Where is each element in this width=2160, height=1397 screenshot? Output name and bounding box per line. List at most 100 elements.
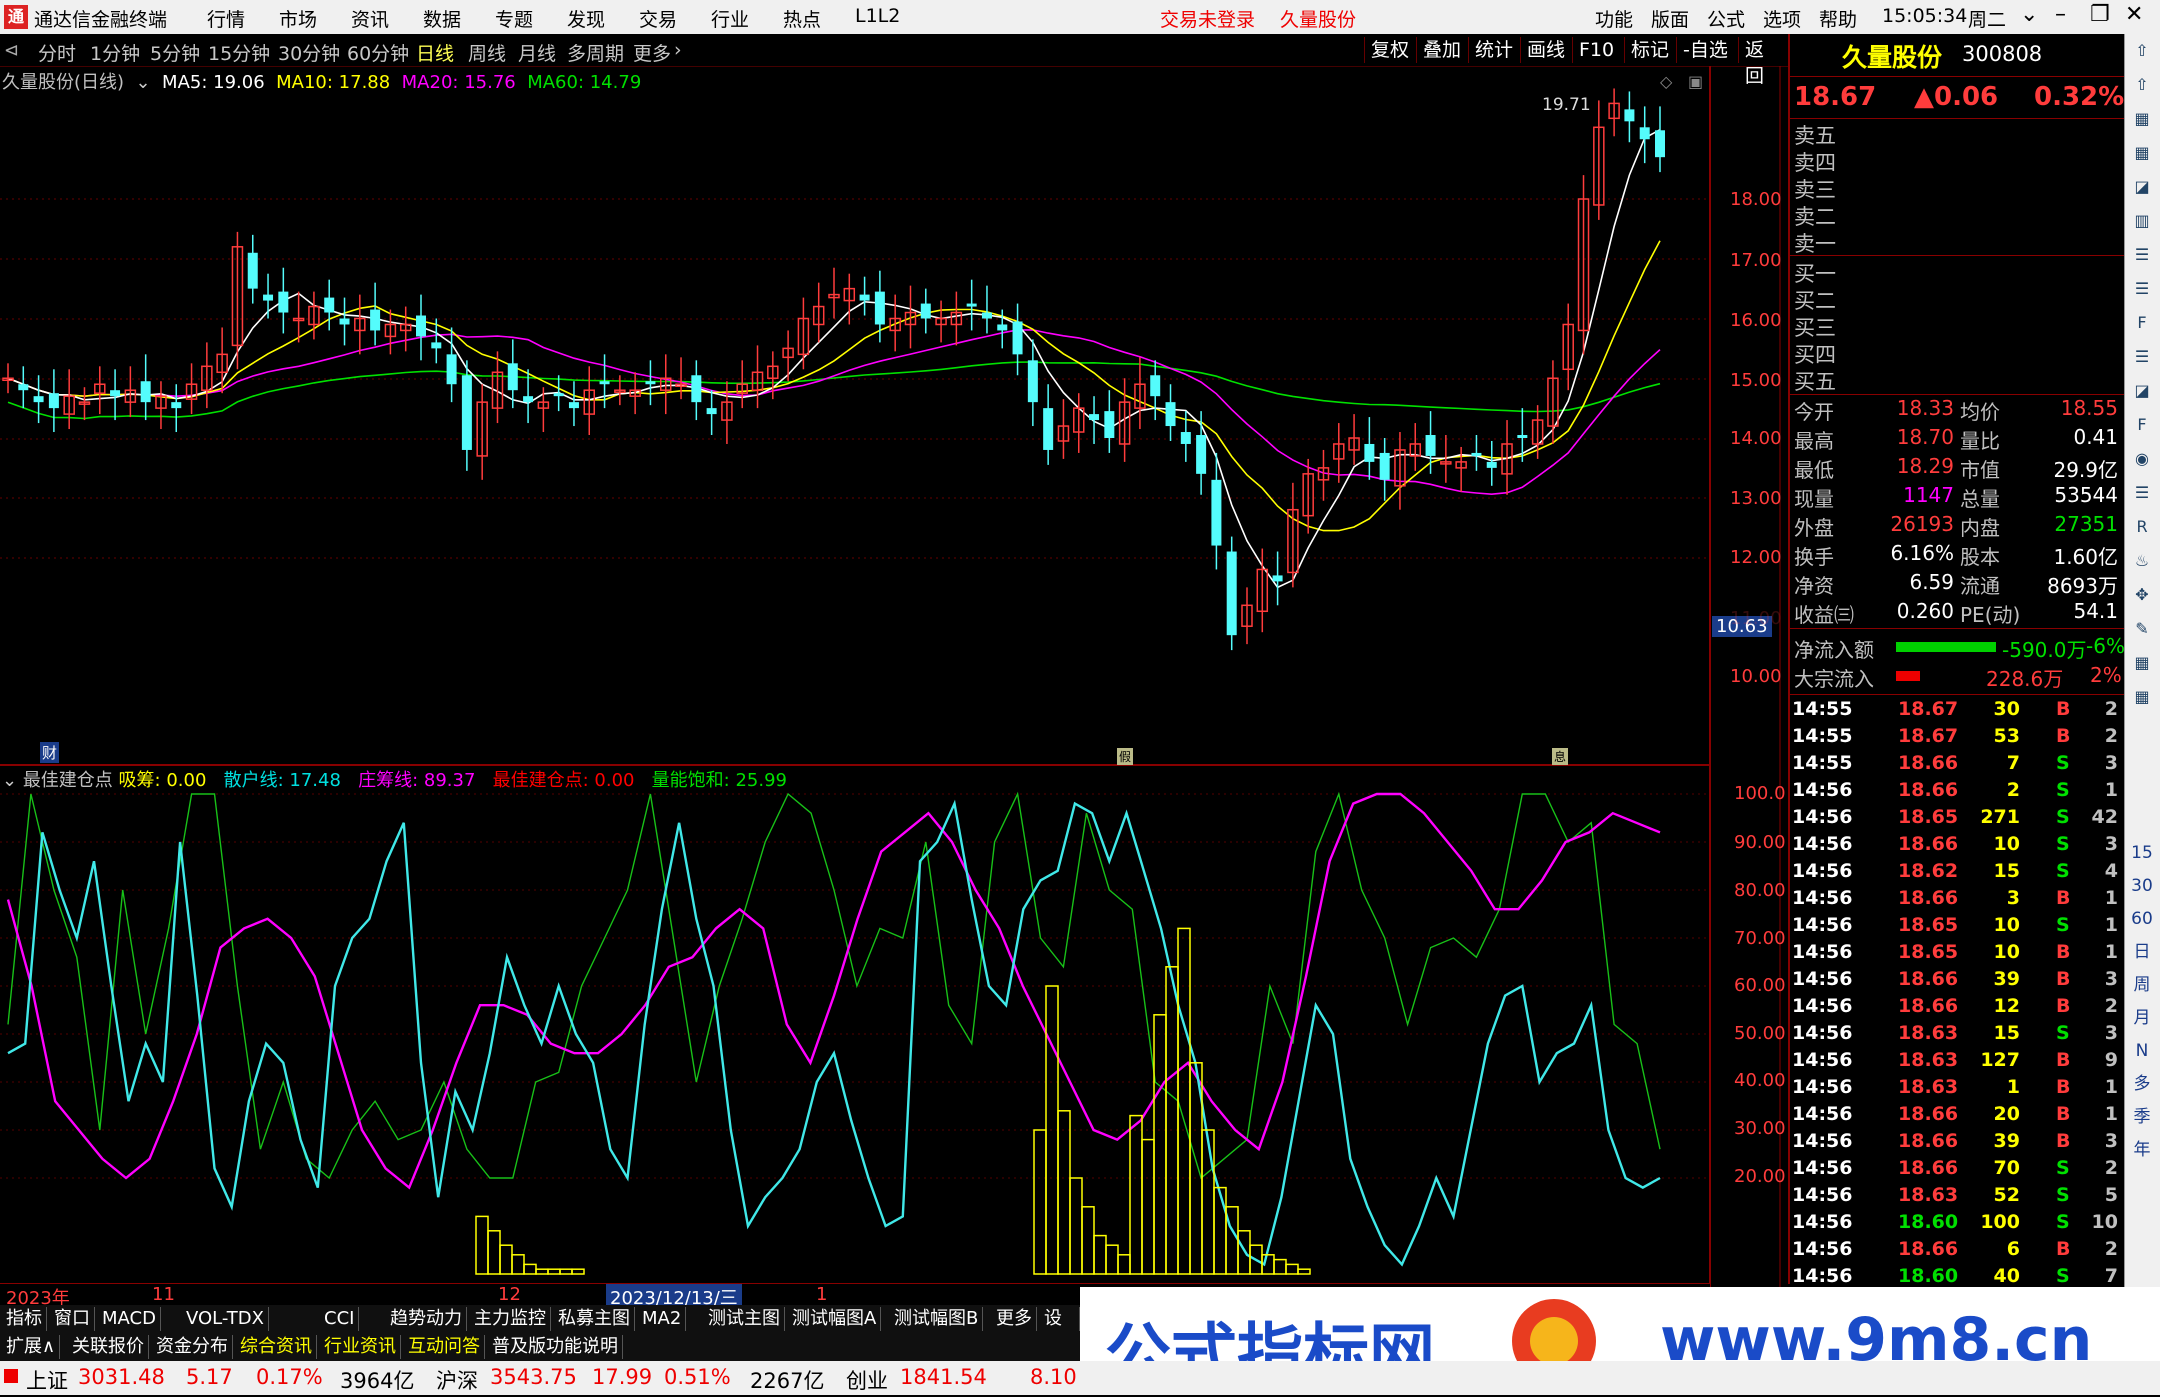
indicator-tab-2[interactable]: MACD [98, 1307, 161, 1331]
tool-f10[interactable]: F10 [1572, 37, 1620, 63]
grid-icon[interactable]: ▦ [2131, 142, 2153, 164]
pen-icon[interactable]: ✎ [2131, 618, 2153, 640]
tool-fanhui[interactable]: 返回 [1738, 37, 1788, 87]
side-period-5[interactable]: 月 [2131, 1007, 2153, 1029]
menu-item-l1l2[interactable]: L1L2 [855, 5, 900, 27]
kline-chart[interactable] [0, 66, 1788, 1288]
period-15min[interactable]: 15分钟 [208, 39, 270, 66]
period-daily[interactable]: 日线 [416, 39, 454, 66]
minimize-icon[interactable]: – [2055, 2, 2066, 27]
side-period-2[interactable]: 60 [2131, 908, 2153, 930]
menu-item-redian[interactable]: 热点 [783, 5, 821, 32]
chevron-right-icon[interactable]: › [674, 39, 682, 61]
close-icon[interactable]: ✕ [2125, 2, 2143, 27]
period-5min[interactable]: 5分钟 [150, 39, 200, 66]
idx-cy-name[interactable]: 创业 [846, 1365, 888, 1395]
up-arrow-icon[interactable]: ⇧ [2131, 74, 2153, 96]
info-tab-5[interactable]: 互动问答 [404, 1335, 485, 1359]
tool-zixuan[interactable]: -自选 [1676, 37, 1734, 63]
list-icon[interactable]: ☰ [2131, 278, 2153, 300]
menu-item-shichang[interactable]: 市场 [279, 5, 317, 32]
info-tab-4[interactable]: 行业资讯 [320, 1335, 401, 1359]
diamond-icon[interactable]: ◇ [1660, 72, 1672, 91]
indicator-tab-13[interactable]: 设置 [1040, 1307, 1080, 1353]
side-period-8[interactable]: 季 [2131, 1106, 2153, 1128]
grid-icon[interactable]: ▦ [2131, 652, 2153, 674]
tool-fuquan[interactable]: 复权 [1364, 37, 1415, 63]
menu-item-xuanxiang[interactable]: 选项 [1763, 5, 1801, 32]
period-30min[interactable]: 30分钟 [278, 39, 340, 66]
grid-icon[interactable]: ▦ [2131, 108, 2153, 130]
period-monthly[interactable]: 月线 [518, 39, 556, 66]
menu-item-zhuanti[interactable]: 专题 [495, 5, 533, 32]
indicator-tab-5[interactable]: 趋势动力 [386, 1307, 467, 1331]
dropdown-icon[interactable]: ⌄ [130, 72, 157, 93]
menu-item-hangqing[interactable]: 行情 [207, 5, 245, 32]
f10-icon[interactable]: F [2131, 312, 2153, 334]
window-icon[interactable]: ▣ [1688, 72, 1703, 91]
event-marker-1[interactable]: 假 [1117, 748, 1134, 765]
chart-icon[interactable]: ◪ [2131, 380, 2153, 402]
info-tab-6[interactable]: 普及版功能说明 [488, 1335, 623, 1359]
move-icon[interactable]: ✥ [2131, 584, 2153, 606]
tool-tongji[interactable]: 统计 [1468, 37, 1519, 63]
menu-item-bangzhu[interactable]: 帮助 [1819, 5, 1857, 32]
info-tab-0[interactable]: 扩展∧ [2, 1335, 61, 1359]
finance-badge[interactable]: 财 [40, 742, 60, 763]
menu-item-gongneng[interactable]: 功能 [1595, 5, 1633, 32]
rsi-icon[interactable]: R [2131, 516, 2153, 538]
collapse-icon[interactable]: ⊲ [4, 40, 19, 61]
period-more[interactable]: 更多 [633, 39, 671, 66]
dropdown-icon[interactable]: ⌄ [2, 770, 23, 791]
period-multi[interactable]: 多周期 [567, 39, 624, 66]
list-icon[interactable]: ☰ [2131, 346, 2153, 368]
side-period-4[interactable]: 周 [2131, 974, 2153, 996]
tool-diejia[interactable]: 叠加 [1416, 37, 1467, 63]
indicator-tab-10[interactable]: 测试幅图A [788, 1307, 882, 1331]
tool-biaoji[interactable]: 标记 [1624, 37, 1675, 63]
f2-icon[interactable]: F [2131, 414, 2153, 436]
side-period-0[interactable]: 15 [2131, 842, 2153, 864]
menu-item-gongshi[interactable]: 公式 [1707, 5, 1745, 32]
bar-icon[interactable]: ▥ [2131, 210, 2153, 232]
indicator-tab-0[interactable]: 指标 [2, 1307, 47, 1331]
chart-icon[interactable]: ◪ [2131, 176, 2153, 198]
period-1min[interactable]: 1分钟 [90, 39, 140, 66]
menu-item-shuju[interactable]: 数据 [423, 5, 461, 32]
menu-item-hangye[interactable]: 行业 [711, 5, 749, 32]
idx-hs-name[interactable]: 沪深 [436, 1365, 478, 1395]
up-arrow-icon[interactable]: ⇧ [2131, 40, 2153, 62]
indicator-tab-3[interactable]: VOL-TDX [182, 1307, 269, 1331]
indicator-tab-7[interactable]: 私募主图 [554, 1307, 635, 1331]
indicator-tab-12[interactable]: 更多 [992, 1307, 1037, 1331]
list-icon[interactable]: ☰ [2131, 244, 2153, 266]
indicator-tab-8[interactable]: MA2 [638, 1307, 687, 1331]
circle-icon[interactable]: ◉ [2131, 448, 2153, 470]
period-weekly[interactable]: 周线 [468, 39, 506, 66]
side-period-3[interactable]: 日 [2131, 941, 2153, 963]
indicator-tab-11[interactable]: 测试幅图B [890, 1307, 984, 1331]
menu-item-jiaoyi[interactable]: 交易 [639, 5, 677, 32]
indicator-tab-1[interactable]: 窗口 [50, 1307, 95, 1331]
chevron-down-icon[interactable]: ⌄ [2020, 2, 2038, 27]
bell-icon[interactable]: ♨ [2131, 550, 2153, 572]
info-tab-3[interactable]: 综合资讯 [236, 1335, 317, 1359]
side-period-7[interactable]: 多 [2131, 1073, 2153, 1095]
info-tab-2[interactable]: 资金分布 [152, 1335, 233, 1359]
menu-item-zixun[interactable]: 资讯 [351, 5, 389, 32]
menu-item-banmian[interactable]: 版面 [1651, 5, 1689, 32]
trade-login-status[interactable]: 交易未登录 [1160, 5, 1255, 32]
indicator-tab-6[interactable]: 主力监控 [470, 1307, 551, 1331]
period-fenshi[interactable]: 分时 [38, 39, 76, 66]
info-tab-1[interactable]: 关联报价 [68, 1335, 149, 1359]
grid-icon[interactable]: ▦ [2131, 686, 2153, 708]
indicator-tab-9[interactable]: 测试主图 [704, 1307, 785, 1331]
indicator-tab-4[interactable]: CCI [320, 1307, 360, 1331]
side-period-1[interactable]: 30 [2131, 875, 2153, 897]
list-icon[interactable]: ☰ [2131, 482, 2153, 504]
restore-icon[interactable]: ❐ [2090, 2, 2110, 27]
side-period-6[interactable]: N [2131, 1040, 2153, 1062]
event-marker-2[interactable]: 息 [1552, 748, 1569, 765]
tool-huaxian[interactable]: 画线 [1520, 37, 1571, 63]
idx-sh-name[interactable]: 上证 [26, 1365, 68, 1395]
